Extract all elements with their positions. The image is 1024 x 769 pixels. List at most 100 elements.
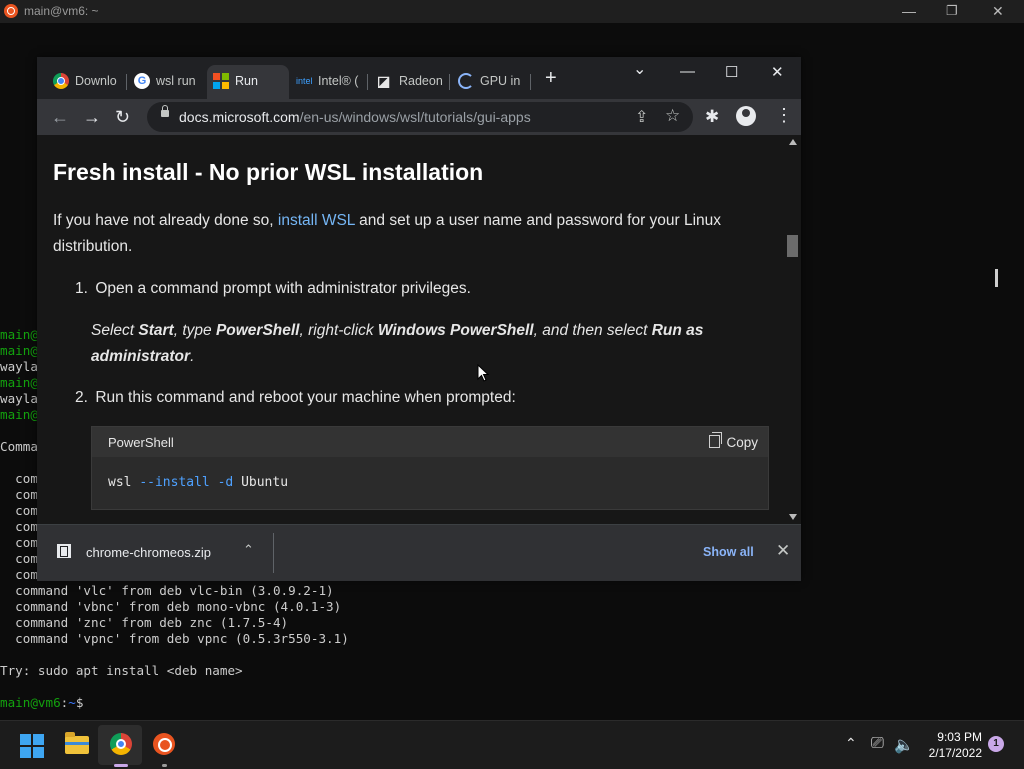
close-download-bar-button[interactable]: ✕ bbox=[776, 541, 790, 561]
tab-separator bbox=[126, 74, 127, 90]
page-content: Fresh install - No prior WSL installatio… bbox=[37, 135, 785, 524]
notification-badge[interactable]: 1 bbox=[988, 736, 1004, 752]
forward-button[interactable]: → bbox=[83, 107, 101, 127]
ubuntu-icon[interactable] bbox=[153, 733, 175, 755]
taskbar: ⌃ ⎚ 🔈 9:03 PM 2/17/2022 1 bbox=[0, 720, 1024, 769]
code-language-label: PowerShell bbox=[108, 435, 174, 450]
chrome-icon bbox=[53, 73, 69, 89]
lock-icon[interactable] bbox=[161, 105, 169, 117]
terminal-prompt[interactable]: main@vm6:~$ bbox=[0, 695, 83, 711]
intel-icon: intel bbox=[296, 76, 313, 86]
tab-separator bbox=[449, 74, 450, 90]
browser-window: Downlo G wsl run Run intel Intel® ( ◪ Ra… bbox=[37, 57, 801, 581]
scroll-thumb[interactable] bbox=[787, 235, 798, 257]
profile-avatar-icon[interactable] bbox=[736, 106, 756, 126]
menu-kebab-icon[interactable]: ⋮ bbox=[775, 105, 793, 126]
intro-paragraph: If you have not already done so, install… bbox=[53, 212, 722, 255]
terminal-line: wayla bbox=[0, 359, 38, 374]
show-all-downloads-button[interactable]: Show all bbox=[703, 545, 754, 559]
browser-toolbar: ← → ↻ docs.microsoft.com/en-us/windows/w… bbox=[37, 99, 801, 135]
tray-overflow-chevron-icon[interactable]: ⌃ bbox=[845, 735, 857, 752]
copy-button[interactable]: Copy bbox=[709, 432, 758, 450]
terminal-line: main@ bbox=[0, 407, 38, 422]
terminal-line: com bbox=[0, 519, 38, 534]
clock-date: 2/17/2022 bbox=[928, 746, 982, 760]
code-block: PowerShell Copy wsl --install -d Ubuntu bbox=[91, 426, 769, 510]
code-command: wsl --install -d Ubuntu bbox=[108, 475, 289, 490]
page-scrollbar[interactable] bbox=[785, 135, 801, 524]
reload-button[interactable]: ↻ bbox=[115, 107, 130, 127]
code-block-header: PowerShell Copy bbox=[92, 427, 768, 457]
terminal-line: com bbox=[0, 471, 38, 486]
step-2: 2. Run this command and reboot your mach… bbox=[75, 389, 516, 406]
install-wsl-link[interactable]: install WSL bbox=[278, 212, 355, 229]
download-divider bbox=[273, 533, 274, 573]
tab-run-active[interactable]: Run bbox=[213, 69, 279, 93]
terminal-line: Try: sudo apt install <deb name> bbox=[0, 663, 243, 678]
volume-icon[interactable]: 🔈 bbox=[894, 735, 914, 755]
browser-maximize-button[interactable]: ☐ bbox=[725, 63, 738, 81]
terminal-line: Comma bbox=[0, 439, 38, 454]
terminal-line: com bbox=[0, 551, 38, 566]
extensions-icon[interactable]: ✱ bbox=[705, 107, 719, 127]
terminal-line: com bbox=[0, 535, 38, 550]
amd-icon: ◪ bbox=[377, 73, 391, 89]
tab-gpu[interactable]: GPU in bbox=[458, 69, 524, 93]
terminal-scrollbar[interactable] bbox=[995, 269, 998, 287]
zip-file-icon[interactable] bbox=[57, 544, 71, 558]
start-button-windows-icon[interactable] bbox=[20, 734, 44, 758]
loading-spinner-icon bbox=[458, 73, 474, 89]
terminal-line: main@ bbox=[0, 327, 38, 342]
terminal-line: command 'znc' from deb znc (1.7.5-4) bbox=[0, 615, 289, 630]
chrome-icon[interactable] bbox=[110, 733, 132, 755]
terminal-line: main@ bbox=[0, 343, 38, 358]
terminal-line: wayla bbox=[0, 391, 38, 406]
terminal-line: command 'vbnc' from deb mono-vbnc (4.0.1… bbox=[0, 599, 342, 614]
terminal-line: command 'vlc' from deb vlc-bin (3.0.9.2-… bbox=[0, 583, 334, 598]
terminal-close-button[interactable]: ✕ bbox=[992, 3, 1004, 20]
tab-search-button[interactable]: ⌄ bbox=[633, 59, 646, 79]
section-heading: Fresh install - No prior WSL installatio… bbox=[53, 159, 484, 185]
download-filename[interactable]: chrome-chromeos.zip bbox=[86, 545, 211, 560]
tab-strip: Downlo G wsl run Run intel Intel® ( ◪ Ra… bbox=[37, 57, 801, 99]
browser-minimize-button[interactable]: — bbox=[680, 63, 695, 80]
share-icon[interactable]: ⇪ bbox=[635, 107, 648, 127]
terminal-titlebar[interactable]: main@vm6: ~ — ❐ ✕ bbox=[0, 0, 1024, 23]
terminal-maximize-button[interactable]: ❐ bbox=[946, 3, 958, 19]
microsoft-icon bbox=[213, 73, 229, 89]
clock[interactable]: 9:03 PM 2/17/2022 bbox=[918, 729, 982, 761]
step-1-instructions: Select Start, type PowerShell, right-cli… bbox=[91, 322, 704, 365]
ubuntu-icon bbox=[4, 4, 18, 18]
step-1: 1. Open a command prompt with administra… bbox=[75, 280, 471, 297]
terminal-title: main@vm6: ~ bbox=[24, 4, 99, 18]
terminal-line: main@ bbox=[0, 375, 38, 390]
terminal-minimize-button[interactable]: — bbox=[902, 3, 916, 19]
new-tab-button[interactable]: + bbox=[545, 67, 557, 90]
tab-intel[interactable]: intel Intel® ( bbox=[296, 69, 362, 93]
active-app-indicator bbox=[114, 764, 128, 767]
copy-icon bbox=[709, 432, 723, 448]
network-icon[interactable]: ⎚ bbox=[871, 735, 884, 753]
clock-time: 9:03 PM bbox=[937, 730, 982, 744]
scroll-up-arrow-icon[interactable] bbox=[789, 139, 797, 145]
tab-separator bbox=[530, 74, 531, 90]
tab-downloads[interactable]: Downlo bbox=[53, 69, 121, 93]
terminal-line: com bbox=[0, 487, 38, 502]
terminal-line: com bbox=[0, 503, 38, 518]
url-text[interactable]: docs.microsoft.com/en-us/windows/wsl/tut… bbox=[179, 109, 531, 125]
tab-radeon[interactable]: ◪ Radeon bbox=[377, 69, 443, 93]
terminal-line: com bbox=[0, 567, 38, 582]
browser-close-button[interactable]: ✕ bbox=[771, 63, 784, 81]
download-bar: chrome-chromeos.zip ⌃ Show all ✕ bbox=[37, 524, 801, 581]
download-options-chevron-icon[interactable]: ⌃ bbox=[243, 542, 254, 558]
scroll-down-arrow-icon[interactable] bbox=[789, 514, 797, 520]
open-app-indicator bbox=[162, 764, 167, 767]
terminal-line: command 'vpnc' from deb vpnc (0.5.3r550-… bbox=[0, 631, 349, 646]
tab-wsl-run[interactable]: G wsl run bbox=[134, 69, 200, 93]
file-explorer-icon[interactable] bbox=[65, 732, 89, 754]
bookmark-star-icon[interactable]: ☆ bbox=[665, 106, 680, 126]
google-icon: G bbox=[134, 73, 150, 89]
tab-separator bbox=[367, 74, 368, 90]
address-bar[interactable]: docs.microsoft.com/en-us/windows/wsl/tut… bbox=[147, 102, 693, 132]
back-button[interactable]: ← bbox=[51, 107, 69, 127]
